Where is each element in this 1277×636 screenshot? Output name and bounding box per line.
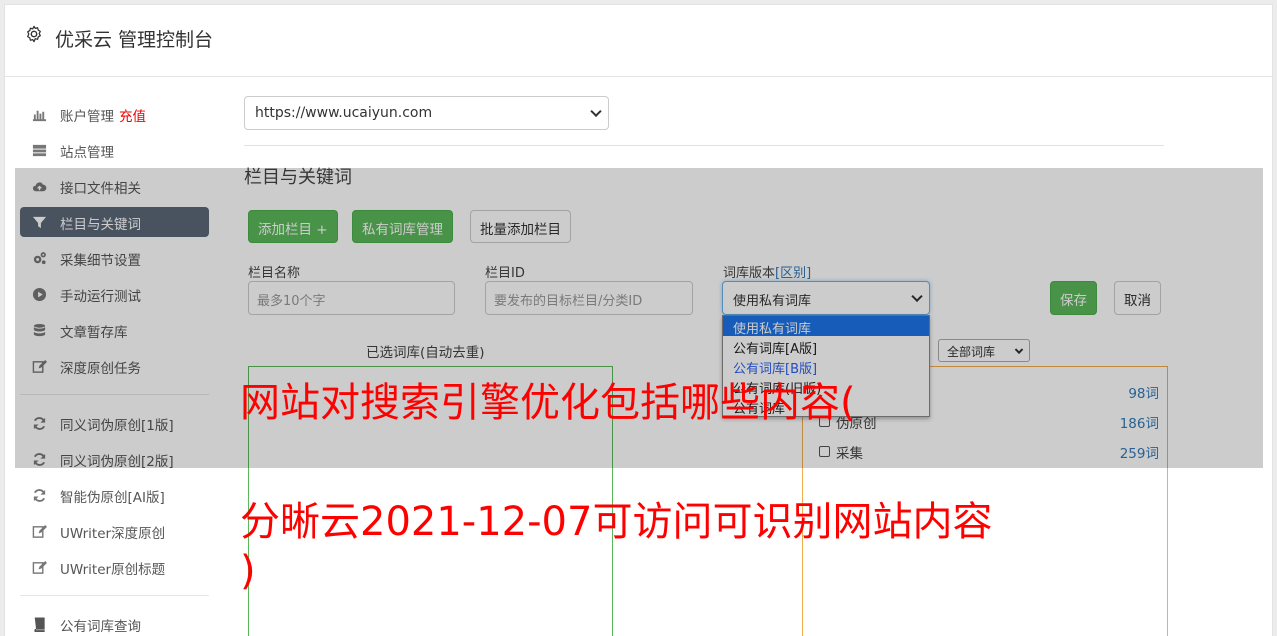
sidebar-item-uwriter-deep[interactable]: UWriter深度原创 bbox=[20, 516, 209, 546]
sidebar-divider bbox=[20, 595, 209, 596]
sidebar-item-ai-original[interactable]: 智能伪原创[AI版] bbox=[20, 480, 209, 510]
chevron-down-icon bbox=[590, 105, 602, 118]
page-title: 优采云 管理控制台 bbox=[55, 29, 214, 51]
sidebar-item-label: 站点管理 bbox=[60, 145, 114, 161]
sidebar-item-label: UWriter原创标题 bbox=[60, 562, 166, 578]
sidebar-item-sites[interactable]: 站点管理 bbox=[20, 135, 209, 165]
sidebar-item-label: 账户管理 bbox=[60, 109, 114, 125]
gear-icon bbox=[27, 25, 41, 43]
refresh-icon bbox=[33, 489, 46, 502]
watermark-line-2: 分晰云2021-12-07可访问可识别网站内容 bbox=[240, 499, 993, 545]
sidebar-item-label: UWriter深度原创 bbox=[60, 526, 166, 542]
divider bbox=[244, 145, 1164, 146]
sidebar-item-uwriter-title[interactable]: UWriter原创标题 bbox=[20, 552, 209, 582]
recharge-link[interactable]: 充值 bbox=[119, 109, 146, 125]
sidebar-item-label: 智能伪原创[AI版] bbox=[60, 490, 165, 506]
edit-icon bbox=[32, 524, 47, 538]
book-icon bbox=[34, 617, 45, 632]
sidebar-item-public-lib[interactable]: 公有词库查询 bbox=[20, 609, 209, 636]
watermark-line-3: ) bbox=[240, 548, 256, 594]
header: 优采云 管理控制台 bbox=[5, 5, 1272, 77]
site-select-value: https://www.ucaiyun.com bbox=[255, 105, 433, 121]
sidebar-item-account[interactable]: 账户管理 充值 bbox=[20, 99, 209, 129]
watermark-line-1: 网站对搜索引擎优化包括哪些内容( bbox=[240, 380, 856, 426]
bar-chart-icon bbox=[32, 110, 47, 122]
site-select[interactable]: https://www.ucaiyun.com bbox=[244, 96, 609, 130]
edit-icon bbox=[32, 560, 47, 574]
server-icon bbox=[32, 144, 47, 157]
sidebar-item-label: 公有词库查询 bbox=[60, 619, 141, 635]
